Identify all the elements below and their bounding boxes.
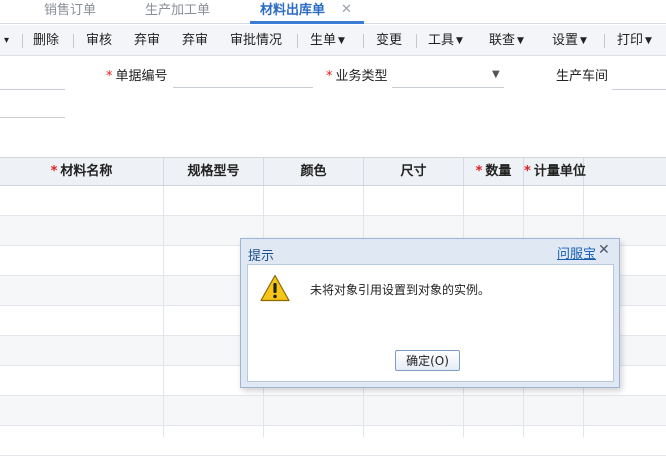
chevron-down-icon: ▼ bbox=[580, 36, 587, 46]
business-type-select[interactable] bbox=[392, 87, 504, 88]
change-button[interactable]: 变更 bbox=[376, 25, 402, 56]
doc-number-label-text: 单据编号 bbox=[115, 69, 168, 84]
print-label: 打印 bbox=[617, 33, 644, 48]
tab-bar: 销售订单 生产加工单 材料出库单 ✕ bbox=[0, 0, 666, 24]
column-header-unit[interactable]: * 计量单位 bbox=[524, 158, 586, 185]
abandon-button[interactable]: 弃审 bbox=[182, 25, 208, 56]
toolbar-divider bbox=[416, 34, 417, 48]
tools-label: 工具 bbox=[428, 33, 455, 48]
chevron-down-icon[interactable]: ▼ bbox=[492, 69, 500, 80]
table-row[interactable] bbox=[0, 426, 666, 456]
ok-button[interactable]: 确定(O) bbox=[395, 350, 460, 371]
workshop-input[interactable] bbox=[612, 89, 666, 90]
toolbar-overflow-caret-icon[interactable]: ▾ bbox=[4, 25, 9, 56]
required-mark: * bbox=[106, 69, 113, 84]
toolbar-divider bbox=[363, 34, 364, 48]
link-query-label: 联查 bbox=[489, 33, 516, 48]
doc-number-input[interactable] bbox=[173, 87, 313, 88]
required-mark: * bbox=[524, 164, 531, 179]
chevron-down-icon: ▼ bbox=[517, 36, 524, 46]
required-mark: * bbox=[50, 164, 58, 179]
alert-dialog: 提示 问服宝 ✕ 未将对象引用设置到对象的实例。 确定(O) bbox=[240, 238, 620, 388]
active-tab-indicator bbox=[250, 21, 364, 24]
column-header-label: 材料名称 bbox=[60, 164, 113, 179]
print-menu-button[interactable]: 打印 ▼ bbox=[617, 25, 652, 56]
grid-column-divider bbox=[163, 186, 164, 437]
business-type-label: * 业务类型 bbox=[326, 68, 388, 86]
second-row-input[interactable] bbox=[0, 117, 65, 118]
left-field-input[interactable] bbox=[0, 89, 65, 90]
tab-close-icon[interactable]: ✕ bbox=[341, 2, 352, 17]
close-icon[interactable]: ✕ bbox=[598, 242, 610, 258]
column-header-spec-model[interactable]: 规格型号 bbox=[164, 158, 264, 185]
generate-menu-button[interactable]: 生单 ▼ bbox=[310, 25, 345, 56]
business-type-label-text: 业务类型 bbox=[335, 69, 388, 84]
toolbar: ▾ 删除 审核 弃审 弃审 审批情况 生单 ▼ 变更 工具 ▼ 联查 ▼ 设置 ▼ 打印… bbox=[0, 25, 666, 56]
toolbar-divider bbox=[22, 34, 23, 48]
required-mark: * bbox=[326, 69, 333, 84]
column-header-quantity[interactable]: * 数量 bbox=[464, 158, 524, 185]
grid-header: * 材料名称 规格型号 颜色 尺寸 * 数量 * 计量单位 bbox=[0, 157, 666, 186]
column-header-color[interactable]: 颜色 bbox=[264, 158, 364, 185]
chevron-down-icon: ▼ bbox=[645, 36, 652, 46]
delete-button[interactable]: 删除 bbox=[33, 25, 59, 56]
toolbar-divider bbox=[297, 34, 298, 48]
warning-icon bbox=[260, 274, 290, 302]
settings-menu-button[interactable]: 设置 ▼ bbox=[552, 25, 587, 56]
column-header-label: 计量单位 bbox=[533, 164, 586, 179]
tab-production-order[interactable]: 生产加工单 bbox=[145, 0, 210, 23]
dialog-title: 提示 bbox=[248, 249, 275, 264]
dialog-body: 未将对象引用设置到对象的实例。 确定(O) bbox=[247, 264, 614, 382]
help-link[interactable]: 问服宝 bbox=[557, 243, 596, 262]
settings-label: 设置 bbox=[552, 33, 579, 48]
approval-status-button[interactable]: 审批情况 bbox=[230, 25, 282, 56]
doc-number-label: * 单据编号 bbox=[106, 68, 168, 86]
audit-button[interactable]: 审核 bbox=[86, 25, 112, 56]
chevron-down-icon: ▼ bbox=[456, 36, 463, 46]
dialog-message: 未将对象引用设置到对象的实例。 bbox=[310, 283, 491, 297]
column-header-material-name[interactable]: * 材料名称 bbox=[0, 158, 164, 185]
abandon-audit-button[interactable]: 弃审 bbox=[134, 25, 160, 56]
tab-material-issue[interactable]: 材料出库单 bbox=[260, 0, 325, 23]
table-row[interactable] bbox=[0, 396, 666, 426]
chevron-down-icon: ▼ bbox=[338, 36, 345, 46]
toolbar-divider bbox=[604, 34, 605, 48]
column-header-size[interactable]: 尺寸 bbox=[364, 158, 464, 185]
link-query-menu-button[interactable]: 联查 ▼ bbox=[489, 25, 524, 56]
workshop-label: 生产车间 bbox=[556, 69, 609, 84]
column-header-label: 数量 bbox=[485, 164, 512, 179]
table-row[interactable] bbox=[0, 186, 666, 216]
required-mark: * bbox=[475, 164, 483, 179]
toolbar-divider bbox=[73, 34, 74, 48]
tools-menu-button[interactable]: 工具 ▼ bbox=[428, 25, 463, 56]
generate-label: 生单 bbox=[310, 33, 337, 48]
tab-sales-order[interactable]: 销售订单 bbox=[44, 0, 96, 23]
